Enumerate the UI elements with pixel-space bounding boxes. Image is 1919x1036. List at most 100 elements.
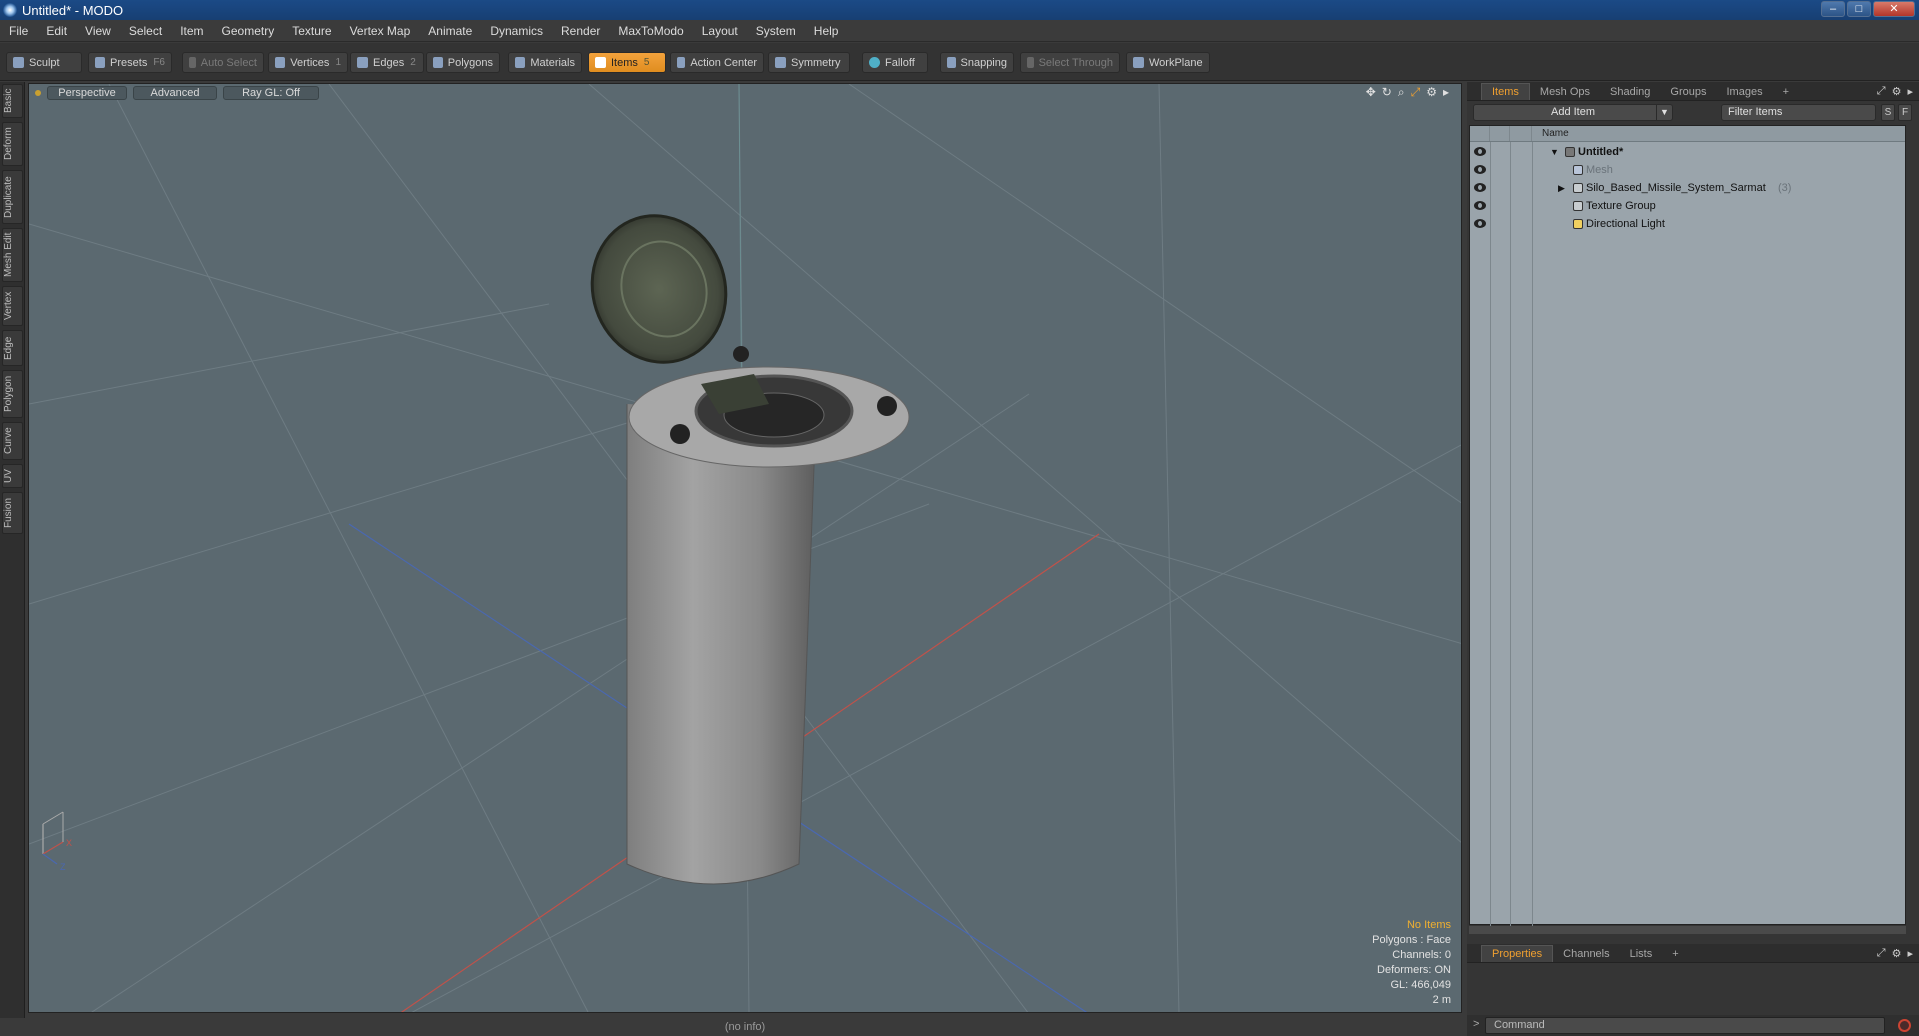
- viewport-settings-icon[interactable]: ⚙: [1426, 85, 1437, 100]
- left-tab-deform[interactable]: Deform: [2, 122, 23, 166]
- filter-items-input[interactable]: Filter Items: [1721, 104, 1876, 121]
- list-item-silo-group[interactable]: ▶ Silo_Based_Missile_System_Sarmat (3): [1470, 179, 1905, 197]
- fit-view-icon[interactable]: ⤢: [1411, 85, 1421, 100]
- panel-settings-icon[interactable]: ⚙: [1892, 85, 1902, 98]
- view-perspective-dropdown[interactable]: Perspective: [47, 85, 127, 100]
- presets-icon: [95, 57, 106, 68]
- tab-items[interactable]: Items: [1481, 83, 1530, 100]
- list-item-scene[interactable]: ▼ Untitled*: [1470, 143, 1905, 161]
- close-button[interactable]: ✕: [1873, 1, 1915, 17]
- tab-images[interactable]: Images: [1717, 84, 1773, 100]
- command-input[interactable]: Command: [1485, 1017, 1885, 1034]
- left-tab-polygon[interactable]: Polygon: [2, 370, 23, 418]
- add-item-button[interactable]: Add Item ▼: [1473, 104, 1673, 121]
- eye-icon[interactable]: [1474, 147, 1486, 156]
- menu-file[interactable]: File: [0, 24, 37, 38]
- left-tab-basic[interactable]: Basic: [2, 84, 23, 118]
- shading-advanced-dropdown[interactable]: Advanced: [133, 85, 217, 100]
- workplane-button[interactable]: WorkPlane: [1126, 52, 1210, 73]
- symmetry-button[interactable]: Symmetry: [768, 52, 850, 73]
- auto-select-button[interactable]: Auto Select: [182, 52, 264, 73]
- presets-button[interactable]: Presets F6: [88, 52, 172, 73]
- tab-properties[interactable]: Properties: [1481, 945, 1554, 962]
- items-icon: [595, 57, 606, 68]
- menu-layout[interactable]: Layout: [693, 24, 747, 38]
- snapping-button[interactable]: Snapping: [940, 52, 1014, 73]
- menu-dynamics[interactable]: Dynamics: [481, 24, 552, 38]
- left-tab-curve[interactable]: Curve: [2, 422, 23, 460]
- menu-render[interactable]: Render: [552, 24, 609, 38]
- viewport-menu-arrow-icon[interactable]: ▸: [1443, 85, 1449, 100]
- list-item-texture-group[interactable]: Texture Group: [1470, 197, 1905, 215]
- menu-system[interactable]: System: [747, 24, 805, 38]
- tab-shading[interactable]: Shading: [1600, 84, 1660, 100]
- left-tab-edge[interactable]: Edge: [2, 330, 23, 366]
- expand-arrow-icon[interactable]: ▼: [1550, 143, 1559, 161]
- move-view-icon[interactable]: ✥: [1366, 85, 1376, 100]
- expand-arrow-icon[interactable]: ▶: [1558, 179, 1565, 197]
- menu-maxtomodo[interactable]: MaxToModo: [609, 24, 692, 38]
- expand-panel-icon[interactable]: ⤢: [1877, 947, 1886, 960]
- menu-animate[interactable]: Animate: [419, 24, 481, 38]
- menu-item[interactable]: Item: [171, 24, 212, 38]
- eye-icon[interactable]: [1474, 183, 1486, 192]
- chevron-down-icon[interactable]: ▼: [1656, 105, 1672, 120]
- lock-column-icon[interactable]: [1490, 126, 1510, 141]
- panel-menu-arrow-icon[interactable]: ▸: [1907, 947, 1913, 960]
- vertices-button[interactable]: Vertices 1: [268, 52, 348, 73]
- raygl-toggle[interactable]: Ray GL: Off: [223, 85, 319, 100]
- menu-select[interactable]: Select: [120, 24, 171, 38]
- tab-groups[interactable]: Groups: [1660, 84, 1716, 100]
- items-button[interactable]: Items 5: [588, 52, 666, 73]
- eye-icon[interactable]: [1474, 219, 1486, 228]
- gizmo-z-label: Z: [60, 862, 66, 872]
- sculpt-button[interactable]: Sculpt: [6, 52, 82, 73]
- visibility-column-icon[interactable]: [1470, 126, 1490, 141]
- left-tab-duplicate[interactable]: Duplicate: [2, 170, 23, 224]
- list-item-mesh[interactable]: Mesh: [1470, 161, 1905, 179]
- expand-panel-icon[interactable]: ⤢: [1877, 85, 1886, 98]
- maximize-button[interactable]: □: [1847, 1, 1871, 17]
- eye-icon[interactable]: [1474, 201, 1486, 210]
- menu-vertex-map[interactable]: Vertex Map: [341, 24, 420, 38]
- viewport-canvas[interactable]: X Z: [29, 84, 1462, 1013]
- left-tab-uv[interactable]: UV: [2, 464, 23, 488]
- action-center-button[interactable]: Action Center: [670, 52, 764, 73]
- viewport-nav-icons: ✥ ↻ ⌕ ⤢ ⚙ ▸: [1366, 85, 1449, 100]
- left-tab-mesh-edit[interactable]: Mesh Edit: [2, 228, 23, 282]
- materials-button[interactable]: Materials: [508, 52, 582, 73]
- tab-mesh-ops[interactable]: Mesh Ops: [1530, 84, 1600, 100]
- rotate-view-icon[interactable]: ↻: [1382, 85, 1392, 100]
- workplane-icon: [1133, 57, 1144, 68]
- left-tab-fusion[interactable]: Fusion: [2, 492, 23, 534]
- add-properties-tab-button[interactable]: +: [1662, 946, 1688, 962]
- menu-geometry[interactable]: Geometry: [213, 24, 284, 38]
- s-filter-button[interactable]: S: [1881, 104, 1895, 121]
- menu-view[interactable]: View: [76, 24, 120, 38]
- tab-lists[interactable]: Lists: [1620, 946, 1663, 962]
- 3d-viewport[interactable]: X Z Perspective Advanced Ray GL: Off ✥ ↻…: [28, 83, 1462, 1013]
- panel-menu-arrow-icon[interactable]: ▸: [1907, 85, 1913, 98]
- gizmo-x-label: X: [66, 838, 72, 848]
- stop-record-icon[interactable]: [1898, 1019, 1911, 1032]
- item-list-scrollbar[interactable]: [1469, 926, 1906, 934]
- eye-icon[interactable]: [1474, 165, 1486, 174]
- left-tab-vertex[interactable]: Vertex: [2, 286, 23, 326]
- panel-settings-icon[interactable]: ⚙: [1892, 947, 1902, 960]
- falloff-button[interactable]: Falloff: [862, 52, 928, 73]
- menu-texture[interactable]: Texture: [283, 24, 340, 38]
- edges-button[interactable]: Edges 2: [350, 52, 424, 73]
- polygons-button[interactable]: Polygons: [426, 52, 500, 73]
- render-column-icon[interactable]: [1510, 126, 1532, 141]
- add-tab-button[interactable]: +: [1773, 84, 1799, 100]
- minimize-button[interactable]: –: [1821, 1, 1845, 17]
- select-through-button[interactable]: Select Through: [1020, 52, 1120, 73]
- name-column-header[interactable]: Name: [1542, 128, 1569, 139]
- f-filter-button[interactable]: F: [1898, 104, 1912, 121]
- mesh-icon: [1573, 165, 1583, 175]
- list-item-directional-light[interactable]: Directional Light: [1470, 215, 1905, 233]
- tab-channels[interactable]: Channels: [1553, 946, 1619, 962]
- menu-edit[interactable]: Edit: [37, 24, 76, 38]
- menu-help[interactable]: Help: [805, 24, 848, 38]
- zoom-view-icon[interactable]: ⌕: [1398, 85, 1405, 100]
